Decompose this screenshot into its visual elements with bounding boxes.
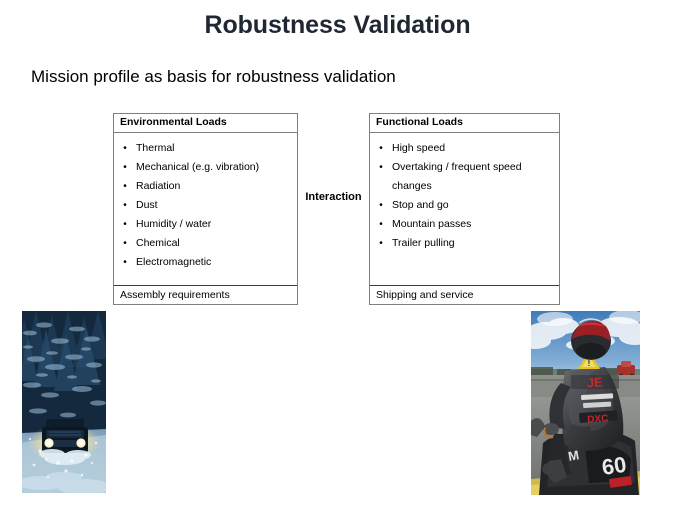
list-item: • Mountain passes	[370, 215, 555, 234]
slide-canvas: Robustness Validation Mission profile as…	[0, 0, 675, 506]
list-item: • High speed	[370, 139, 555, 158]
page-title: Robustness Validation	[204, 11, 471, 39]
list-item: • Radiation	[114, 177, 293, 196]
list-item-label: Electromagnetic	[136, 256, 212, 268]
bullet-icon: •	[379, 200, 383, 211]
environmental-loads-list: • Thermal • Mechanical (e.g. vibration) …	[114, 133, 297, 285]
vehicle-driving-in-snowy-forest-photo	[22, 311, 106, 493]
bullet-icon: •	[123, 238, 127, 249]
list-item-label: Mountain passes	[392, 218, 472, 230]
list-item-label: Humidity / water	[136, 218, 212, 230]
bullet-icon: •	[379, 143, 383, 154]
list-item: • Chemical	[114, 234, 293, 253]
list-item-label: Overtaking / frequent speed changes	[392, 161, 522, 192]
list-item: • Thermal	[114, 139, 293, 158]
list-item: • Dust	[114, 196, 293, 215]
list-item-label: Dust	[136, 199, 158, 211]
list-item: • Mechanical (e.g. vibration)	[114, 158, 293, 177]
bullet-icon: •	[123, 181, 127, 192]
list-item: • Electromagnetic	[114, 253, 293, 272]
bullet-icon: •	[379, 238, 383, 249]
list-item-label: Mechanical (e.g. vibration)	[136, 161, 260, 173]
list-item-label: Thermal	[136, 142, 175, 154]
list-item: • Trailer pulling	[370, 234, 555, 253]
environmental-loads-box: Environmental Loads • Thermal • Mechanic…	[113, 113, 298, 305]
svg-text:JE: JE	[586, 374, 603, 390]
list-item-label: High speed	[392, 142, 446, 154]
bullet-icon: •	[123, 143, 127, 154]
bullet-icon: •	[123, 219, 127, 230]
environmental-loads-footer: Assembly requirements	[114, 285, 297, 304]
list-item-label: Radiation	[136, 180, 181, 192]
slide-subtitle: Mission profile as basis for robustness …	[31, 67, 396, 86]
list-item: • Humidity / water	[114, 215, 293, 234]
list-item-label: Stop and go	[392, 199, 449, 211]
environmental-loads-header: Environmental Loads	[114, 114, 297, 133]
svg-text:DXC: DXC	[587, 413, 609, 425]
motorcycle-racer-on-track-photo: 60 ! JE DXC M	[531, 311, 640, 495]
list-item-label: Trailer pulling	[392, 237, 455, 249]
bullet-icon: •	[379, 162, 383, 173]
list-item: • Overtaking / frequent speed changes	[370, 158, 555, 196]
svg-text:60: 60	[600, 452, 628, 480]
functional-loads-list: • High speed • Overtaking / frequent spe…	[370, 133, 559, 285]
list-item-label: Chemical	[136, 237, 180, 249]
functional-loads-header: Functional Loads	[370, 114, 559, 133]
bullet-icon: •	[123, 200, 127, 211]
interaction-label: Interaction	[305, 191, 362, 203]
svg-text:!: !	[588, 359, 591, 368]
bullet-icon: •	[379, 219, 383, 230]
bullet-icon: •	[123, 162, 127, 173]
list-item: • Stop and go	[370, 196, 555, 215]
functional-loads-box: Functional Loads • High speed • Overtaki…	[369, 113, 560, 305]
bullet-icon: •	[123, 257, 127, 268]
functional-loads-footer: Shipping and service	[370, 285, 559, 304]
